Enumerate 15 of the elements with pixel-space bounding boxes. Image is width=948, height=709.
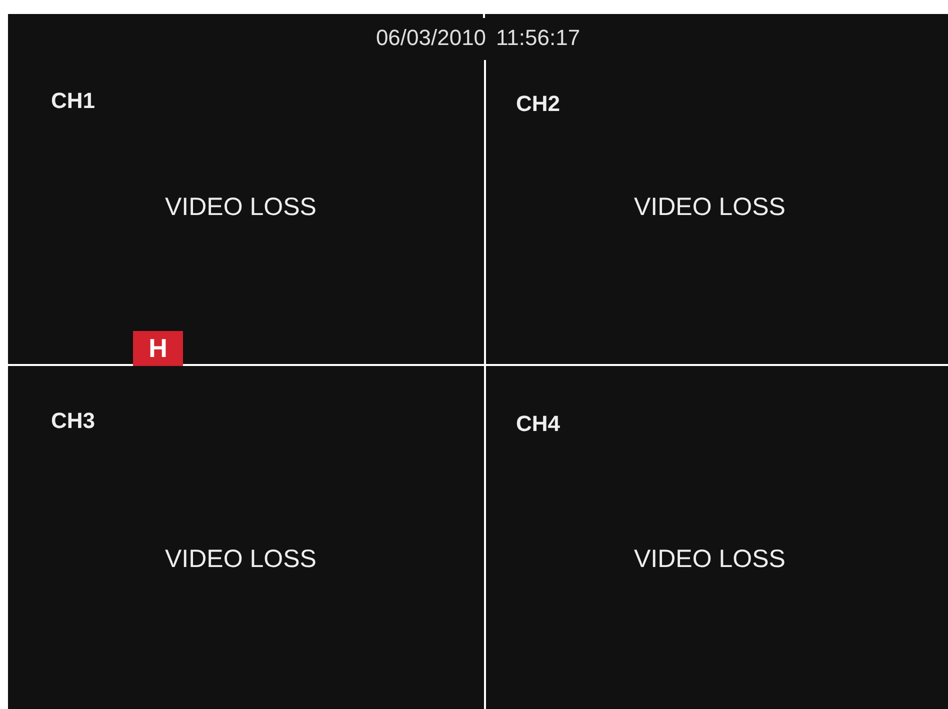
channel-tile[interactable]: CH2 VIDEO LOSS xyxy=(486,60,948,364)
badge: H xyxy=(133,331,183,366)
channel-tile[interactable]: CH4 VIDEO LOSS xyxy=(486,366,948,709)
status-text: VIDEO LOSS xyxy=(165,544,316,575)
channel-label: CH3 xyxy=(51,407,96,435)
channel-label: CH1 xyxy=(51,87,96,115)
channel-label: CH2 xyxy=(516,90,560,118)
status-text: VIDEO LOSS xyxy=(165,192,316,223)
channel-tile[interactable]: CH3 VIDEO LOSS xyxy=(8,366,484,709)
date-text: 06/03/2010 xyxy=(376,24,486,52)
status-text: VIDEO LOSS xyxy=(634,192,786,223)
channel-label: CH4 xyxy=(516,410,560,438)
status-text: VIDEO LOSS xyxy=(634,544,786,575)
channel-tile[interactable]: CH1 VIDEO LOSS H xyxy=(8,60,484,364)
time-text: 11:56:17 xyxy=(496,24,580,52)
